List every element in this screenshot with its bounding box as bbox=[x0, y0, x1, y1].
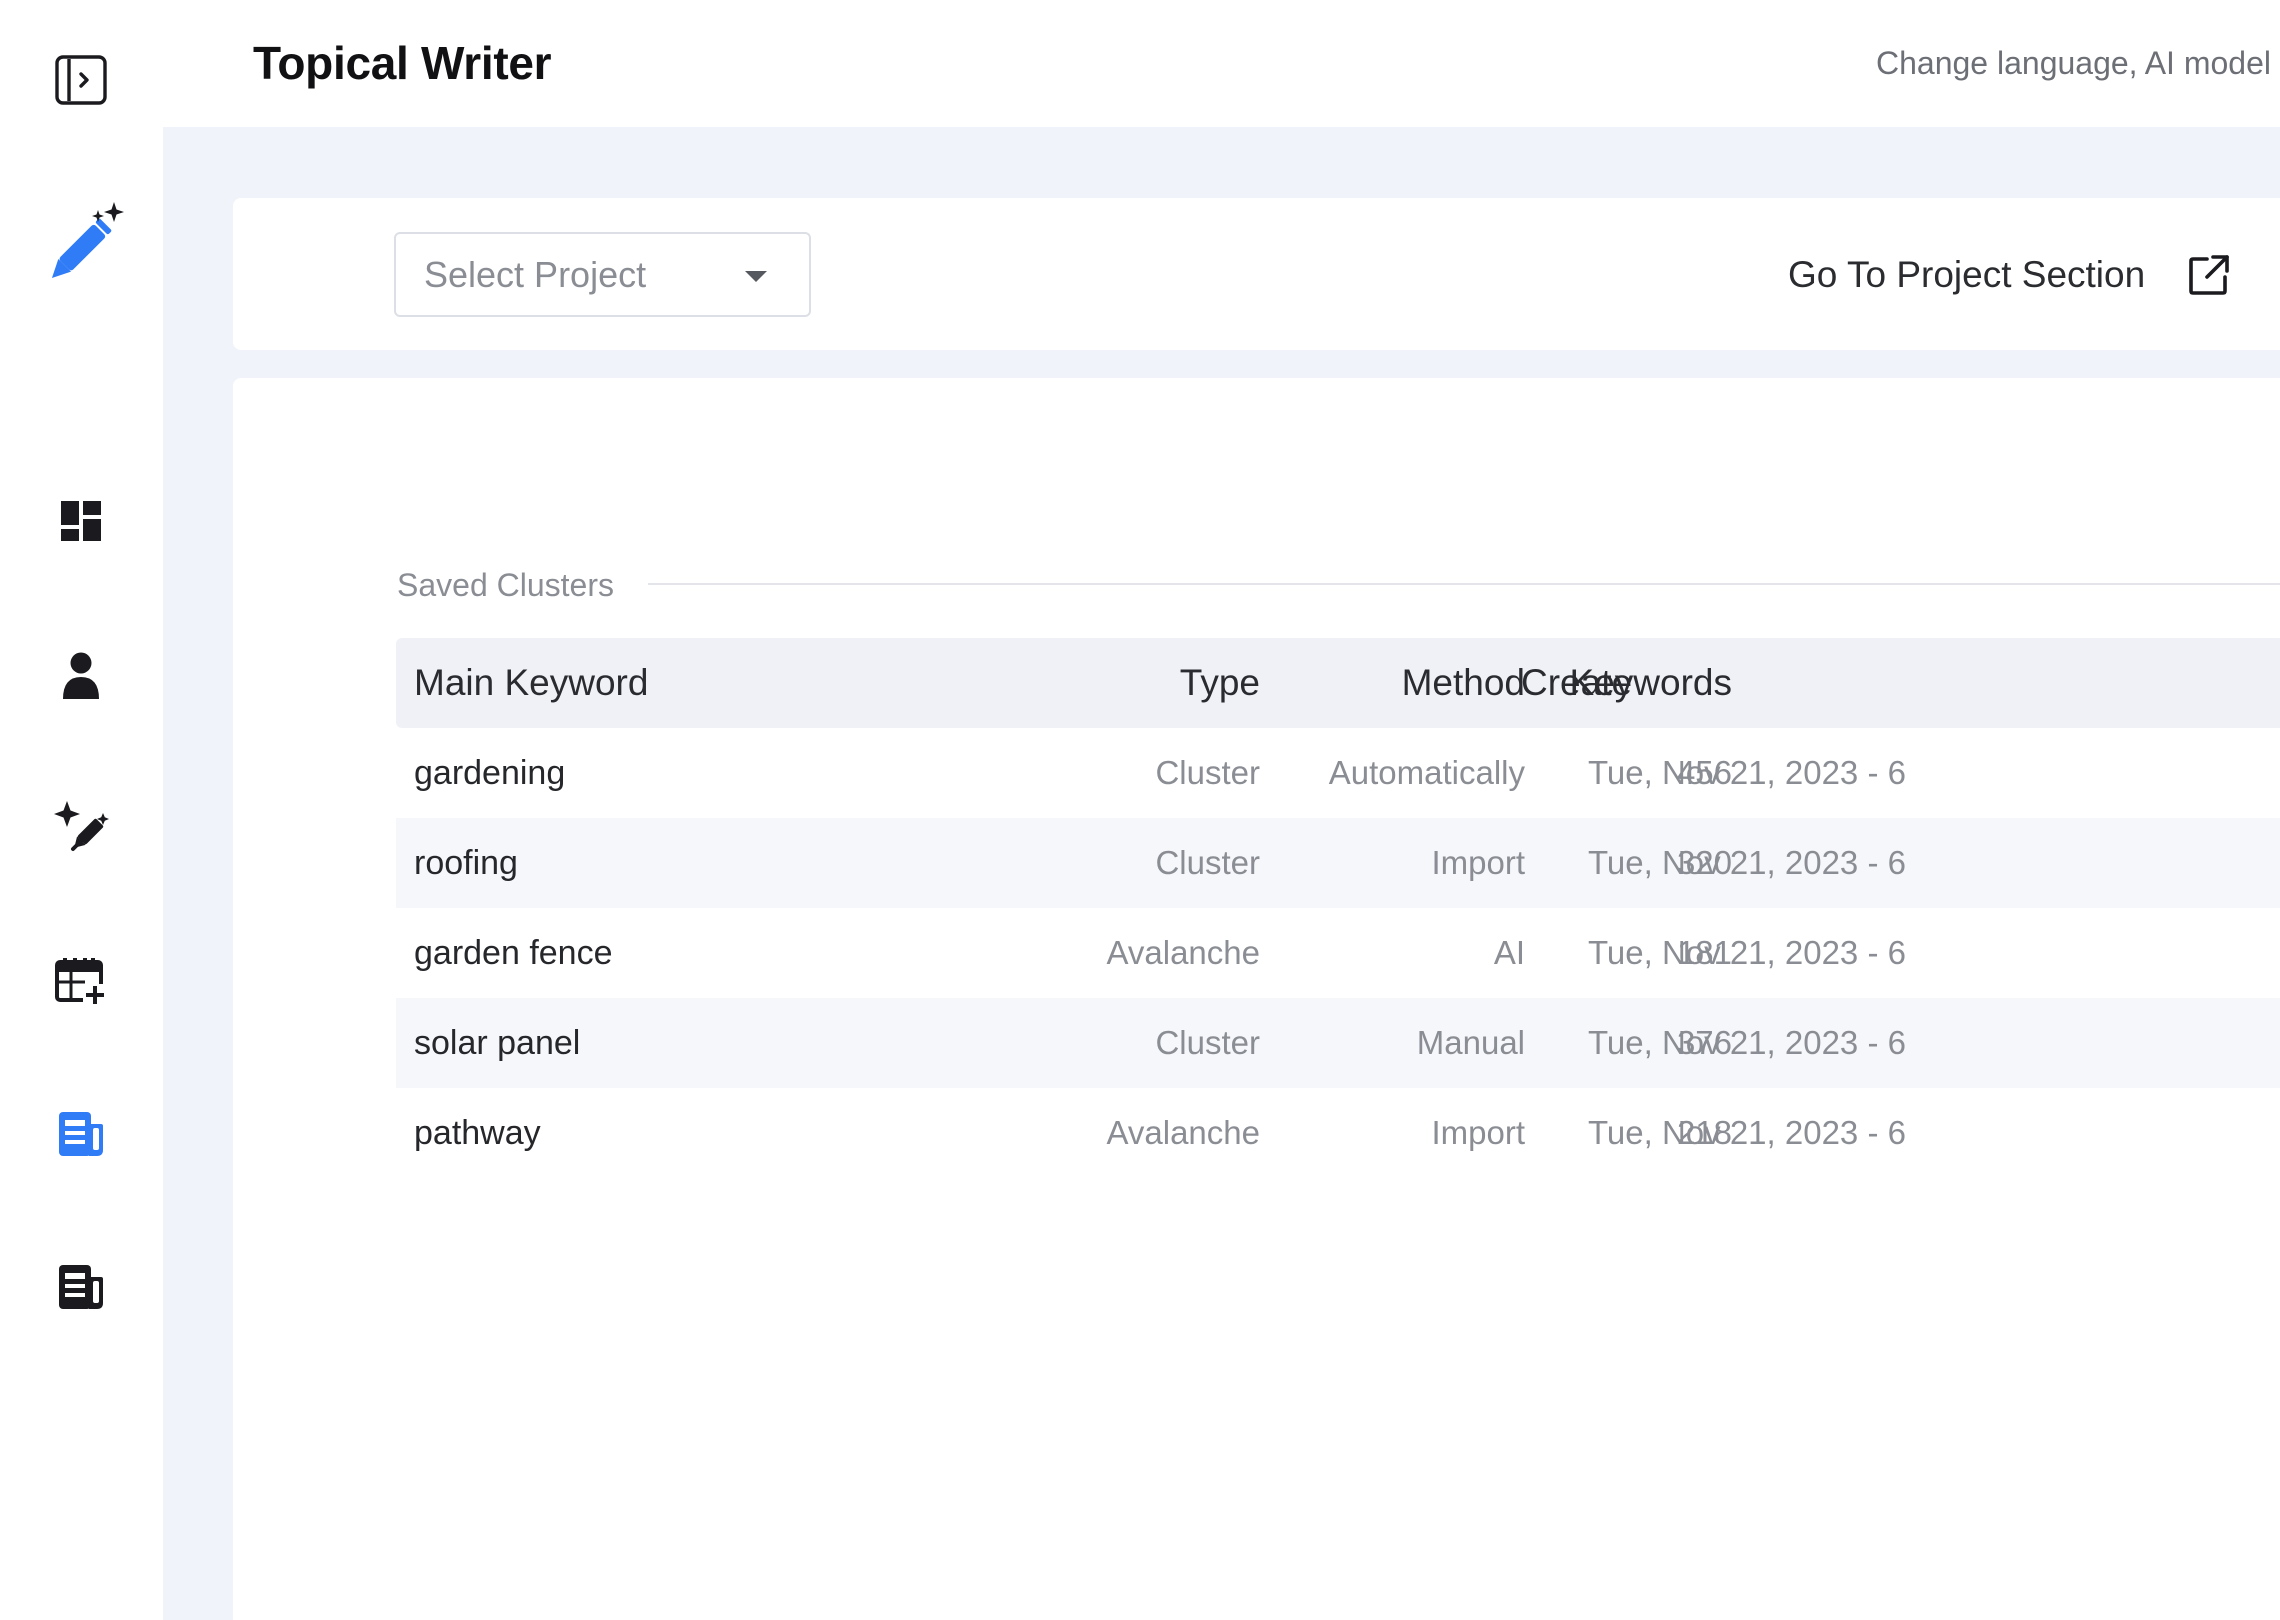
sidebar-item-account[interactable] bbox=[40, 635, 122, 717]
table-row[interactable]: gardening Cluster Automatically 456 Tue,… bbox=[396, 728, 2280, 818]
column-header-method[interactable]: Method bbox=[1402, 638, 1525, 728]
sidebar-item-calendar-add[interactable] bbox=[40, 941, 122, 1023]
cell-type: Avalanche bbox=[1106, 934, 1260, 971]
cell-main-keyword: solar panel bbox=[414, 1024, 581, 1062]
project-select[interactable]: Select Project bbox=[394, 232, 811, 317]
cell-main-keyword: roofing bbox=[414, 844, 518, 882]
calendar-add-icon bbox=[55, 958, 107, 1006]
saved-clusters-label: Saved Clusters bbox=[397, 567, 614, 603]
sidebar-item-articles[interactable] bbox=[40, 1093, 122, 1175]
article-icon bbox=[59, 1112, 103, 1156]
cell-main-keyword: garden fence bbox=[414, 934, 613, 972]
cell-method: AI bbox=[1493, 934, 1525, 971]
main-content: Select Project Go To Project Section Sav… bbox=[163, 127, 2280, 1620]
column-header-created[interactable]: Create bbox=[1521, 638, 1632, 728]
project-select-placeholder: Select Project bbox=[424, 254, 647, 295]
table-header-row: Main Keyword Type Method Keywords Create bbox=[396, 638, 2280, 728]
column-header-type[interactable]: Type bbox=[1180, 638, 1260, 728]
magic-pen-icon bbox=[51, 202, 124, 279]
cell-method: Manual bbox=[1416, 1024, 1525, 1061]
cell-method: Automatically bbox=[1328, 754, 1525, 791]
table-row[interactable]: solar panel Cluster Manual 376 Tue, Nov … bbox=[396, 998, 2280, 1088]
sidebar bbox=[0, 0, 163, 1620]
magic-edit-icon bbox=[54, 801, 109, 851]
caret-down-icon bbox=[745, 271, 767, 282]
section-divider bbox=[648, 583, 2280, 585]
cell-created: Tue, Nov 21, 2023 - 6 bbox=[1588, 754, 1906, 791]
cell-created: Tue, Nov 21, 2023 - 6 bbox=[1588, 1114, 1906, 1151]
cell-created: Tue, Nov 21, 2023 - 6 bbox=[1588, 934, 1906, 971]
sidebar-item-dashboard[interactable] bbox=[40, 480, 122, 562]
person-icon bbox=[63, 652, 99, 699]
cell-created: Tue, Nov 21, 2023 - 6 bbox=[1588, 844, 1906, 881]
cell-created: Tue, Nov 21, 2023 - 6 bbox=[1588, 1024, 1906, 1061]
dashboard-icon bbox=[61, 501, 101, 541]
external-link-icon bbox=[2189, 255, 2229, 295]
sidebar-toggle-icon bbox=[55, 55, 107, 105]
cell-type: Cluster bbox=[1155, 754, 1260, 791]
table-row[interactable]: roofing Cluster Import 320 Tue, Nov 21, … bbox=[396, 818, 2280, 908]
settings-hint-link[interactable]: Change language, AI model bbox=[1876, 45, 2271, 82]
go-to-project-link[interactable]: Go To Project Section bbox=[1788, 250, 2231, 300]
cell-type: Cluster bbox=[1155, 1024, 1260, 1061]
cell-main-keyword: gardening bbox=[414, 754, 566, 792]
sidebar-item-ai-edit[interactable] bbox=[40, 786, 122, 868]
cell-type: Avalanche bbox=[1106, 1114, 1260, 1151]
article-dark-icon bbox=[59, 1265, 103, 1309]
top-header: Topical Writer Change language, AI model bbox=[163, 0, 2280, 127]
sidebar-item-articles-saved[interactable] bbox=[40, 1246, 122, 1328]
cell-method: Import bbox=[1431, 844, 1525, 881]
cell-type: Cluster bbox=[1155, 844, 1260, 881]
go-to-project-label: Go To Project Section bbox=[1788, 254, 2146, 295]
page-title: Topical Writer bbox=[253, 37, 552, 89]
cell-method: Import bbox=[1431, 1114, 1525, 1151]
table-row[interactable]: garden fence Avalanche AI 181 Tue, Nov 2… bbox=[396, 908, 2280, 998]
cell-main-keyword: pathway bbox=[414, 1114, 541, 1152]
clusters-table: Main Keyword Type Method Keywords Create… bbox=[396, 638, 2280, 1178]
column-header-main-keyword[interactable]: Main Keyword bbox=[414, 638, 648, 728]
table-row[interactable]: pathway Avalanche Import 218 Tue, Nov 21… bbox=[396, 1088, 2280, 1178]
sidebar-item-ai-writer[interactable] bbox=[30, 196, 130, 296]
sidebar-toggle-button[interactable] bbox=[40, 40, 122, 122]
